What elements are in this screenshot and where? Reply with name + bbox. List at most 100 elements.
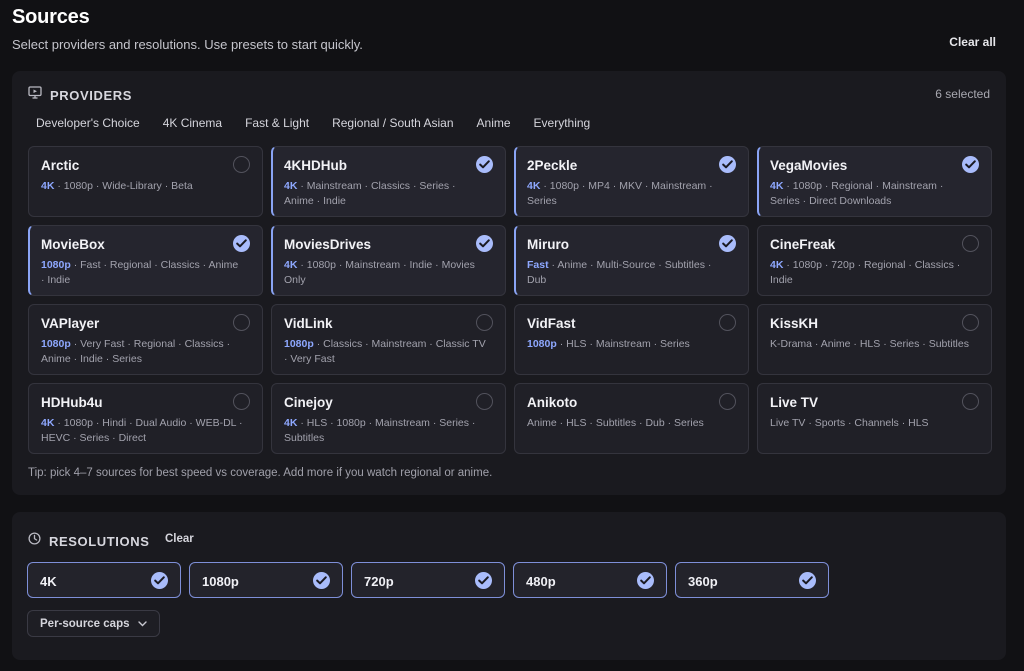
provider-tag-list: Anime · HLS · Subtitles · Dub · Series xyxy=(527,417,704,429)
empty-circle-icon[interactable] xyxy=(233,314,250,331)
check-circle-icon[interactable] xyxy=(151,572,168,589)
empty-circle-icon[interactable] xyxy=(476,393,493,410)
provider-name: MoviesDrives xyxy=(284,237,372,252)
resolution-label: 720p xyxy=(364,574,394,589)
empty-circle-icon[interactable] xyxy=(719,314,736,331)
selected-count: 6 selected xyxy=(935,87,990,101)
clear-all-button[interactable]: Clear all xyxy=(949,35,996,49)
provider-tags: 4K · 1080p · 720p · Regional · Classics … xyxy=(770,258,979,288)
provider-highlight-tag: 4K xyxy=(41,180,55,192)
check-circle-icon[interactable] xyxy=(313,572,330,589)
provider-tag-list: · 1080p · Regional · Mainstream · Series… xyxy=(770,180,944,207)
provider-card-cinefreak[interactable]: CineFreak 4K · 1080p · 720p · Regional · … xyxy=(757,225,992,296)
clock-icon xyxy=(28,532,41,550)
provider-highlight-tag: 1080p xyxy=(284,338,314,350)
provider-tag-list: Live TV · Sports · Channels · HLS xyxy=(770,417,929,429)
provider-tags: 1080p · Very Fast · Regional · Classics … xyxy=(41,337,250,367)
provider-card-cinejoy[interactable]: Cinejoy 4K · HLS · 1080p · Mainstream · S… xyxy=(271,383,506,454)
clear-resolutions-button[interactable]: Clear xyxy=(165,533,194,545)
provider-tag-list: K-Drama · Anime · HLS · Series · Subtitl… xyxy=(770,338,969,350)
provider-name: Cinejoy xyxy=(284,395,333,410)
provider-tags: 4K · 1080p · Hindi · Dual Audio · WEB-DL… xyxy=(41,416,250,446)
check-circle-icon[interactable] xyxy=(719,235,736,252)
resolution-chip-480p[interactable]: 480p xyxy=(513,562,667,598)
provider-card-kisskh[interactable]: KissKH K-Drama · Anime · HLS · Series · S… xyxy=(757,304,992,375)
preset-developer-s-choice[interactable]: Developer's Choice xyxy=(36,116,140,130)
provider-tags: 4K · 1080p · MP4 · MKV · Mainstream · Se… xyxy=(527,179,736,209)
check-circle-icon[interactable] xyxy=(475,572,492,589)
provider-highlight-tag: 4K xyxy=(284,180,298,192)
provider-card-moviebox[interactable]: MovieBox 1080p · Fast · Regional · Classi… xyxy=(28,225,263,296)
provider-card-2peckle[interactable]: 2Peckle 4K · 1080p · MP4 · MKV · Mainstre… xyxy=(514,146,749,217)
provider-name: KissKH xyxy=(770,316,819,331)
provider-name: VegaMovies xyxy=(770,158,848,173)
provider-card-vaplayer[interactable]: VAPlayer 1080p · Very Fast · Regional · C… xyxy=(28,304,263,375)
empty-circle-icon[interactable] xyxy=(962,393,979,410)
tip-text: Tip: pick 4–7 sources for best speed vs … xyxy=(28,467,493,479)
provider-card-anikoto[interactable]: Anikoto Anime · HLS · Subtitles · Dub · S… xyxy=(514,383,749,454)
provider-tag-list: · Anime · Multi-Source · Subtitles · Dub xyxy=(527,259,712,286)
provider-name: HDHub4u xyxy=(41,395,103,410)
provider-card-moviesdrives[interactable]: MoviesDrives 4K · 1080p · Mainstream · In… xyxy=(271,225,506,296)
preset-everything[interactable]: Everything xyxy=(534,116,591,130)
provider-tags: 4K · 1080p · Regional · Mainstream · Ser… xyxy=(770,179,979,209)
provider-name: Arctic xyxy=(41,158,80,173)
provider-name: Live TV xyxy=(770,395,819,410)
empty-circle-icon[interactable] xyxy=(233,393,250,410)
resolution-label: 1080p xyxy=(202,574,239,589)
empty-circle-icon[interactable] xyxy=(962,314,979,331)
page-subtitle: Select providers and resolutions. Use pr… xyxy=(12,37,363,52)
check-circle-icon[interactable] xyxy=(637,572,654,589)
provider-tag-list: · 1080p · MP4 · MKV · Mainstream · Serie… xyxy=(527,180,713,207)
preset-4k-cinema[interactable]: 4K Cinema xyxy=(163,116,222,130)
empty-circle-icon[interactable] xyxy=(233,156,250,173)
provider-tag-list: · 1080p · Mainstream · Indie · Movies On… xyxy=(284,259,475,286)
monitor-icon xyxy=(28,86,42,104)
resolution-chip-4k[interactable]: 4K xyxy=(27,562,181,598)
check-circle-icon[interactable] xyxy=(476,235,493,252)
provider-card-miruro[interactable]: Miruro Fast · Anime · Multi-Source · Subt… xyxy=(514,225,749,296)
empty-circle-icon[interactable] xyxy=(476,314,493,331)
preset-fast-light[interactable]: Fast & Light xyxy=(245,116,309,130)
provider-highlight-tag: 4K xyxy=(284,259,298,271)
provider-tags: Live TV · Sports · Channels · HLS xyxy=(770,416,979,431)
provider-tag-list: · 1080p · 720p · Regional · Classics · I… xyxy=(770,259,961,286)
provider-card-live-tv[interactable]: Live TV Live TV · Sports · Channels · HLS xyxy=(757,383,992,454)
provider-name: VAPlayer xyxy=(41,316,100,331)
check-circle-icon[interactable] xyxy=(476,156,493,173)
provider-tag-list: · Fast · Regional · Classics · Anime · I… xyxy=(41,259,239,286)
provider-grid: Arctic 4K · 1080p · Wide-Library · Beta 4K… xyxy=(28,146,992,454)
check-circle-icon[interactable] xyxy=(719,156,736,173)
per-source-caps-dropdown[interactable]: Per-source caps xyxy=(27,610,160,637)
provider-card-hdhub4u[interactable]: HDHub4u 4K · 1080p · Hindi · Dual Audio ·… xyxy=(28,383,263,454)
resolution-chip-720p[interactable]: 720p xyxy=(351,562,505,598)
check-circle-icon[interactable] xyxy=(799,572,816,589)
provider-card-vegamovies[interactable]: VegaMovies 4K · 1080p · Regional · Mainst… xyxy=(757,146,992,217)
preset-regional-south-asian[interactable]: Regional / South Asian xyxy=(332,116,453,130)
provider-tags: K-Drama · Anime · HLS · Series · Subtitl… xyxy=(770,337,979,352)
provider-tags: 4K · Mainstream · Classics · Series · An… xyxy=(284,179,493,209)
check-circle-icon[interactable] xyxy=(233,235,250,252)
provider-name: Anikoto xyxy=(527,395,578,410)
resolution-chip-1080p[interactable]: 1080p xyxy=(189,562,343,598)
provider-tag-list: · Classics · Mainstream · Classic TV · V… xyxy=(284,338,486,365)
resolutions-title: RESOLUTIONS xyxy=(49,533,150,549)
preset-anime[interactable]: Anime xyxy=(477,116,511,130)
provider-highlight-tag: 4K xyxy=(770,259,784,271)
provider-name: 4KHDHub xyxy=(284,158,347,173)
resolution-chip-360p[interactable]: 360p xyxy=(675,562,829,598)
empty-circle-icon[interactable] xyxy=(962,235,979,252)
check-circle-icon[interactable] xyxy=(962,156,979,173)
chevron-down-icon xyxy=(137,618,147,630)
provider-name: VidLink xyxy=(284,316,333,331)
provider-card-vidfast[interactable]: VidFast 1080p · HLS · Mainstream · Series xyxy=(514,304,749,375)
empty-circle-icon[interactable] xyxy=(719,393,736,410)
provider-highlight-tag: Fast xyxy=(527,259,549,271)
resolution-label: 480p xyxy=(526,574,556,589)
provider-card-arctic[interactable]: Arctic 4K · 1080p · Wide-Library · Beta xyxy=(28,146,263,217)
provider-card-4khdhub[interactable]: 4KHDHub 4K · Mainstream · Classics · Seri… xyxy=(271,146,506,217)
provider-tag-list: · 1080p · Hindi · Dual Audio · WEB-DL · … xyxy=(41,417,243,444)
provider-card-vidlink[interactable]: VidLink 1080p · Classics · Mainstream · C… xyxy=(271,304,506,375)
providers-header: PROVIDERS xyxy=(28,86,132,104)
preset-bar: Developer's Choice 4K Cinema Fast & Light R… xyxy=(36,116,613,130)
